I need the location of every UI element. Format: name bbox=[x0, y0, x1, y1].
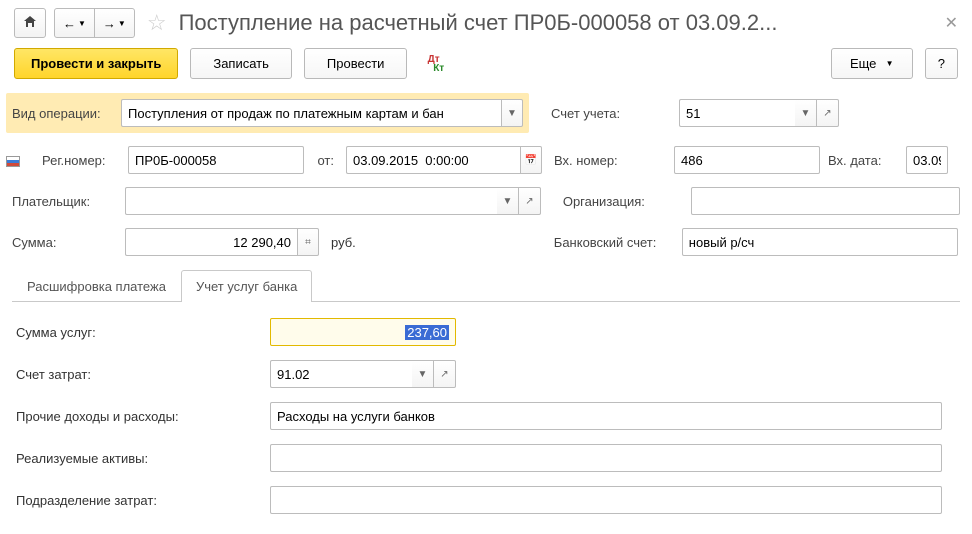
op-type-combo: ▼ bbox=[121, 99, 523, 127]
label-cost-acc: Счет затрат: bbox=[12, 367, 262, 382]
row-cost-acc: Счет затрат: ▼ ↗ bbox=[12, 360, 960, 388]
open-icon: ↗ bbox=[440, 369, 448, 380]
help-button[interactable]: ? bbox=[925, 48, 958, 79]
debit-credit-icon: Дт Кт bbox=[428, 55, 445, 73]
sum-combo: ⌗ bbox=[125, 228, 319, 256]
date-input[interactable] bbox=[346, 146, 520, 174]
save-button[interactable]: Записать bbox=[190, 48, 292, 79]
date-combo: 📅 bbox=[346, 146, 542, 174]
favorite-star-icon[interactable]: ☆ bbox=[147, 10, 167, 36]
sum-input[interactable] bbox=[125, 228, 297, 256]
assets-input[interactable] bbox=[270, 444, 942, 472]
tab-payment-detail[interactable]: Расшифровка платежа bbox=[12, 270, 181, 302]
label-payer: Плательщик: bbox=[12, 194, 117, 209]
chevron-down-icon: ▼ bbox=[118, 19, 126, 28]
back-button[interactable]: ←▼ bbox=[54, 8, 95, 38]
label-inno: Вх. номер: bbox=[554, 153, 666, 168]
row-regno: Рег.номер: от: 📅 Вх. номер: Вх. дата: bbox=[12, 146, 960, 174]
row-service-sum: Сумма услуг: 237,60 bbox=[12, 318, 960, 346]
flag-wrap bbox=[6, 153, 34, 168]
label-from: от: bbox=[312, 153, 338, 168]
label-op-type: Вид операции: bbox=[12, 106, 121, 121]
chevron-down-icon: ▼ bbox=[801, 108, 811, 119]
label-bank: Банковский счет: bbox=[554, 235, 674, 250]
chevron-down-icon: ▼ bbox=[418, 369, 428, 380]
cost-acc-open[interactable]: ↗ bbox=[434, 360, 456, 388]
cost-acc-input[interactable] bbox=[270, 360, 412, 388]
payer-input[interactable] bbox=[125, 187, 497, 215]
label-account: Счет учета: bbox=[551, 106, 671, 121]
toolbar: Провести и закрыть Записать Провести Дт … bbox=[0, 44, 972, 93]
sum-calc[interactable]: ⌗ bbox=[297, 228, 319, 256]
label-regno: Рег.номер: bbox=[42, 153, 120, 168]
row-dept: Подразделение затрат: bbox=[12, 486, 960, 514]
home-button[interactable] bbox=[14, 8, 46, 38]
dtcp-button[interactable]: Дт Кт bbox=[419, 48, 452, 79]
flag-icon bbox=[6, 156, 20, 167]
tabs: Расшифровка платежа Учет услуг банка bbox=[12, 269, 960, 302]
arrow-left-icon: ← bbox=[63, 16, 76, 31]
label-assets: Реализуемые активы: bbox=[12, 451, 262, 466]
service-sum-value: 237,60 bbox=[405, 325, 449, 340]
indate-input[interactable] bbox=[906, 146, 948, 174]
calculator-icon: ⌗ bbox=[305, 237, 311, 248]
tab-bank-services[interactable]: Учет услуг банка bbox=[181, 270, 312, 302]
account-input[interactable] bbox=[679, 99, 795, 127]
calendar-icon: 📅 bbox=[525, 155, 537, 166]
row-sum: Сумма: ⌗ руб. Банковский счет: bbox=[12, 228, 960, 256]
label-org: Организация: bbox=[563, 194, 683, 209]
bank-input[interactable] bbox=[682, 228, 958, 256]
post-and-close-button[interactable]: Провести и закрыть bbox=[14, 48, 178, 79]
label-other: Прочие доходы и расходы: bbox=[12, 409, 262, 424]
chevron-down-icon: ▼ bbox=[507, 108, 517, 119]
row-payer: Плательщик: ▼ ↗ Организация: bbox=[12, 187, 960, 215]
cost-acc-drop[interactable]: ▼ bbox=[412, 360, 434, 388]
date-picker[interactable]: 📅 bbox=[520, 146, 542, 174]
label-service-sum: Сумма услуг: bbox=[12, 325, 262, 340]
label-dept: Подразделение затрат: bbox=[12, 493, 262, 508]
post-button[interactable]: Провести bbox=[304, 48, 408, 79]
sum-unit: руб. bbox=[331, 235, 356, 250]
form: Вид операции: ▼ Счет учета: ▼ ↗ Рег.номе… bbox=[0, 93, 972, 514]
regno-input[interactable] bbox=[128, 146, 304, 174]
arrow-right-icon: → bbox=[103, 16, 116, 31]
home-icon bbox=[23, 15, 37, 32]
service-sum-input[interactable]: 237,60 bbox=[270, 318, 456, 346]
chevron-down-icon: ▼ bbox=[78, 19, 86, 28]
tab-pane-bank-services: Сумма услуг: 237,60 Счет затрат: ▼ ↗ Про… bbox=[12, 318, 960, 514]
payer-drop[interactable]: ▼ bbox=[497, 187, 519, 215]
page-title: Поступление на расчетный счет ПР0Б-00005… bbox=[179, 10, 931, 36]
open-icon: ↗ bbox=[823, 108, 831, 119]
account-combo: ▼ ↗ bbox=[679, 99, 839, 127]
row-other: Прочие доходы и расходы: bbox=[12, 402, 960, 430]
op-type-hl: Вид операции: ▼ bbox=[6, 93, 529, 133]
cost-acc-combo: ▼ ↗ bbox=[270, 360, 456, 388]
payer-open[interactable]: ↗ bbox=[519, 187, 541, 215]
label-sum: Сумма: bbox=[12, 235, 117, 250]
payer-combo: ▼ ↗ bbox=[125, 187, 541, 215]
label-indate: Вх. дата: bbox=[828, 153, 898, 168]
inno-input[interactable] bbox=[674, 146, 820, 174]
row-assets: Реализуемые активы: bbox=[12, 444, 960, 472]
dept-input[interactable] bbox=[270, 486, 942, 514]
op-type-drop[interactable]: ▼ bbox=[501, 99, 523, 127]
nav-group: ←▼ →▼ bbox=[54, 8, 135, 38]
more-button[interactable]: Еще ▼ bbox=[831, 48, 913, 79]
chevron-down-icon: ▼ bbox=[886, 59, 894, 68]
account-open[interactable]: ↗ bbox=[817, 99, 839, 127]
forward-button[interactable]: →▼ bbox=[94, 8, 135, 38]
op-type-input[interactable] bbox=[121, 99, 501, 127]
org-input[interactable] bbox=[691, 187, 960, 215]
open-icon: ↗ bbox=[525, 196, 533, 207]
chevron-down-icon: ▼ bbox=[503, 196, 513, 207]
row-op-type: Вид операции: ▼ Счет учета: ▼ ↗ bbox=[12, 93, 960, 133]
close-icon[interactable]: ✕ bbox=[945, 13, 958, 33]
account-drop[interactable]: ▼ bbox=[795, 99, 817, 127]
title-bar: ←▼ →▼ ☆ Поступление на расчетный счет ПР… bbox=[0, 0, 972, 44]
other-input[interactable] bbox=[270, 402, 942, 430]
